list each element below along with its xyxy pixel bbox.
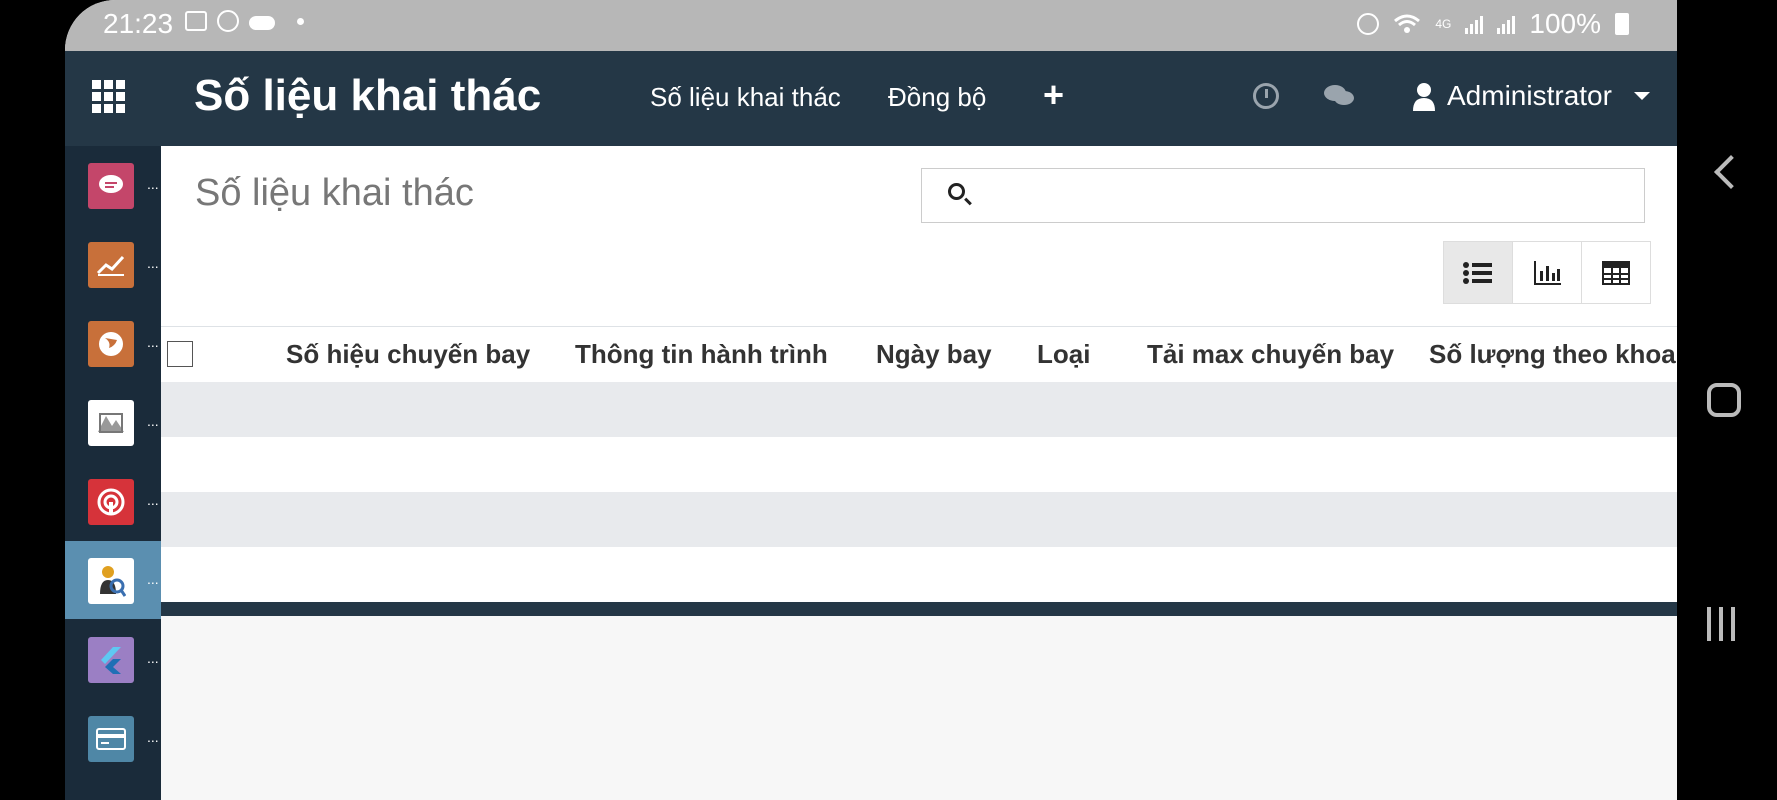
search-person-icon [88, 558, 134, 604]
sidebar-item-broadcast[interactable]: ... [65, 462, 161, 540]
gallery-icon [185, 11, 207, 31]
network-type: 4G [1435, 17, 1452, 31]
control-panel: Số liệu khai thác [161, 146, 1677, 327]
sidebar-item-maps[interactable]: ... [65, 383, 161, 461]
table-row [161, 382, 1677, 437]
column-header-flight-number[interactable]: Số hiệu chuyến bay [286, 339, 530, 370]
column-header-cabin-quantity[interactable]: Số lượng theo khoang [1429, 339, 1677, 370]
view-switcher [1443, 241, 1651, 304]
sidebar-item-flight-data[interactable]: ... [65, 541, 161, 619]
table-row [161, 547, 1677, 602]
chat-bubble-icon [88, 163, 134, 209]
recent-apps-icon[interactable] [1707, 607, 1735, 641]
activity-clock-icon[interactable] [1253, 83, 1279, 109]
broadcast-icon [88, 479, 134, 525]
main-content: Số liệu khai thác Số hiệu chuyến bay Thô… [161, 146, 1677, 800]
system-icons: 4G 100% [1357, 8, 1629, 40]
graph-view-button[interactable] [1512, 242, 1581, 303]
flutter-icon [88, 637, 134, 683]
search-icon [948, 183, 965, 200]
select-all-checkbox[interactable] [167, 341, 193, 367]
chevron-down-icon [1633, 92, 1650, 100]
app-title: Số liệu khai thác [194, 71, 542, 120]
trend-chart-icon [88, 242, 134, 288]
graph-view-icon [1534, 260, 1561, 285]
pivot-view-button[interactable] [1581, 242, 1650, 303]
back-icon[interactable] [1714, 155, 1748, 189]
column-header-type[interactable]: Loại [1037, 339, 1090, 370]
breadcrumb: Số liệu khai thác [195, 172, 474, 214]
table-header: Số hiệu chuyến bay Thông tin hành trình … [161, 327, 1677, 382]
user-name: Administrator [1447, 80, 1612, 111]
cloud-icon [249, 16, 275, 30]
card-icon [88, 716, 134, 762]
map-icon [88, 400, 134, 446]
sidebar-item-website[interactable]: ... [65, 304, 161, 382]
menu-item-so-lieu[interactable]: Số liệu khai thác [650, 82, 841, 113]
column-header-flight-date[interactable]: Ngày bay [876, 339, 992, 370]
apps-menu-icon[interactable] [92, 80, 125, 113]
apps-sidebar: ... ... ... ... ... ... ... ... [65, 146, 161, 800]
sidebar-item-payments[interactable]: ... [65, 699, 161, 777]
top-navbar: Số liệu khai thác Số liệu khai thác Đồng… [65, 51, 1677, 146]
column-header-max-load[interactable]: Tải max chuyến bay [1147, 339, 1394, 370]
list-table: Số hiệu chuyến bay Thông tin hành trình … [161, 327, 1677, 616]
notification-icons [185, 10, 304, 32]
pivot-view-icon [1602, 260, 1630, 285]
sidebar-item-flutter[interactable]: ... [65, 620, 161, 698]
android-nav-bar [1677, 0, 1777, 800]
signal-icon [1465, 14, 1484, 34]
more-dot-icon [297, 17, 304, 25]
table-row [161, 437, 1677, 492]
alarm-icon [1357, 13, 1380, 35]
list-view-button[interactable] [1444, 242, 1512, 303]
table-footer [161, 602, 1677, 616]
user-icon [1413, 83, 1435, 111]
messages-icon[interactable] [1323, 84, 1355, 108]
table-row [161, 492, 1677, 547]
menu-item-dong-bo[interactable]: Đồng bộ [888, 82, 986, 113]
status-bar: 21:23 4G 100% [65, 0, 1677, 51]
home-icon[interactable] [1707, 383, 1741, 417]
user-menu[interactable]: Administrator [1413, 80, 1650, 112]
status-time: 21:23 [103, 8, 174, 39]
list-view-icon [1463, 261, 1492, 284]
add-menu-icon[interactable]: + [1043, 74, 1064, 116]
globe-icon [88, 321, 134, 367]
battery-icon [1615, 13, 1629, 35]
battery-percent: 100% [1529, 8, 1601, 39]
signal-icon-2 [1497, 14, 1516, 34]
column-header-route-info[interactable]: Thông tin hành trình [575, 339, 828, 370]
viber-icon [217, 10, 239, 32]
sidebar-item-discuss[interactable]: ... [65, 146, 161, 224]
search-input[interactable] [921, 168, 1645, 223]
sidebar-item-reports[interactable]: ... [65, 225, 161, 303]
device-screen: 21:23 4G 100% Số liệu khai thác Số liệu … [65, 0, 1677, 800]
wifi-icon [1394, 14, 1421, 33]
